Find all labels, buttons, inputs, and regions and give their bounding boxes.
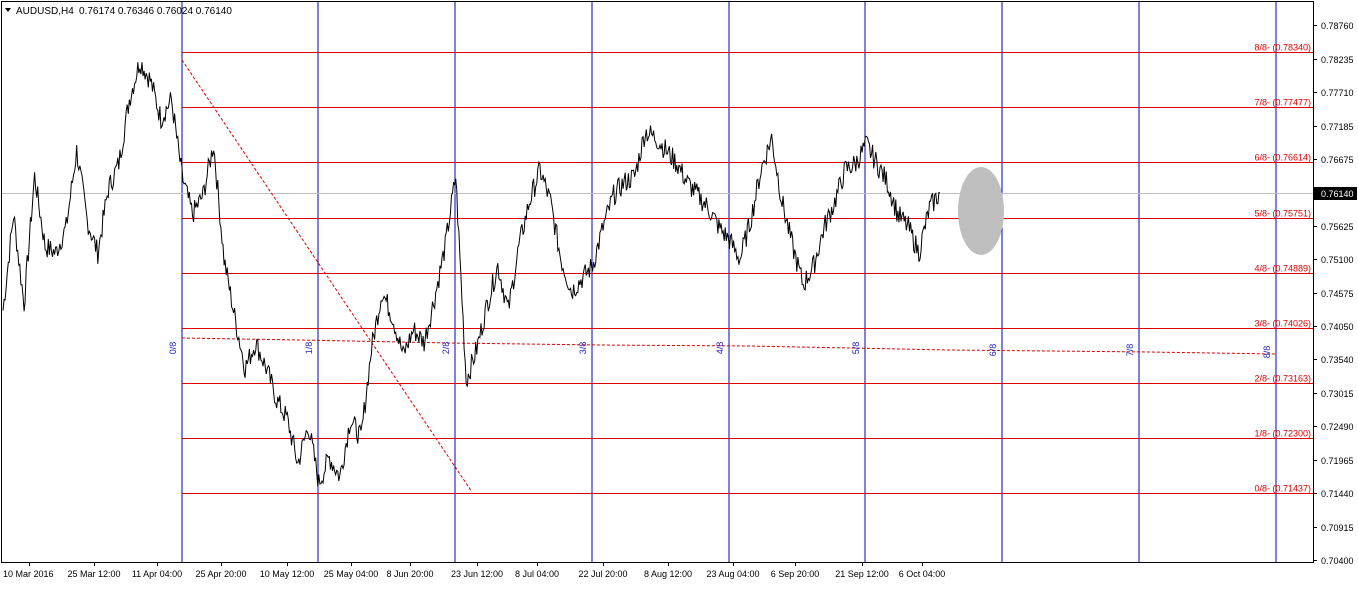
price-tick-label: 0.75100 (1321, 255, 1354, 265)
price-tick-label: 0.72490 (1321, 422, 1354, 432)
time-tick-label: 25 Apr 20:00 (195, 569, 246, 579)
time-tick-label: 22 Jul 20:00 (578, 569, 627, 579)
time-division-label: 8/8 (1262, 346, 1272, 359)
price-chart[interactable]: 8/8- (0.78340) 7/8- (0.77477) 6/8- (0.7661… (0, 0, 1358, 584)
time-tick-label: 8 Aug 12:00 (644, 569, 692, 579)
chart-window[interactable]: 8/8- (0.78340) 7/8- (0.77477) 6/8- (0.7661… (0, 0, 1358, 584)
time-tick-label: 21 Sep 12:00 (835, 569, 889, 579)
time-tick-label: 25 May 04:00 (324, 569, 379, 579)
price-tick-label: 0.76675 (1321, 155, 1354, 165)
time-tick-label: 23 Aug 04:00 (706, 569, 759, 579)
price-tick-label: 0.73015 (1321, 389, 1354, 399)
murrey-level-label: 0/8- (0.71437) (1254, 484, 1311, 494)
time-tick-label: 10 May 12:00 (260, 569, 315, 579)
current-price-label: 0.76140 (1321, 189, 1354, 199)
target-ellipse-group (958, 167, 1004, 255)
murrey-level-label: 3/8- (0.74026) (1254, 319, 1311, 329)
price-tick-label: 0.73540 (1321, 355, 1354, 365)
ohlc-values: 0.76174 0.76346 0.76024 0.76140 (79, 6, 232, 17)
time-tick-label: 6 Sep 20:00 (771, 569, 820, 579)
price-tick-label: 0.75625 (1321, 222, 1354, 232)
price-tick-label: 0.77185 (1321, 122, 1354, 132)
price-tick-label: 0.77710 (1321, 88, 1354, 98)
price-tick-label: 0.71440 (1321, 489, 1354, 499)
murrey-level-label: 1/8- (0.72300) (1254, 429, 1311, 439)
murrey-level-label: 8/8- (0.78340) (1254, 43, 1311, 53)
price-tick-label: 0.78235 (1321, 55, 1354, 65)
time-division-label: 5/8 (851, 342, 861, 355)
price-tick-label: 0.74575 (1321, 289, 1354, 299)
time-tick-label: 25 Mar 12:00 (67, 569, 120, 579)
murrey-level-label: 7/8- (0.77477) (1254, 98, 1311, 108)
murrey-level-label: 2/8- (0.73163) (1254, 374, 1311, 384)
time-tick-label: 10 Mar 2016 (3, 569, 54, 579)
time-division-label: 0/8 (168, 342, 178, 355)
murrey-level-label: 5/8- (0.75751) (1254, 209, 1311, 219)
chart-background (0, 0, 1358, 584)
time-division-label: 7/8 (1125, 344, 1135, 357)
price-tick-label: 0.70915 (1321, 523, 1354, 533)
time-tick-label: 23 Jun 12:00 (451, 569, 503, 579)
chart-header: AUDUSD,H4 0.76174 0.76346 0.76024 0.7614… (5, 6, 232, 17)
time-division-label: 1/8 (304, 342, 314, 355)
murrey-level-label: 6/8- (0.76614) (1254, 153, 1311, 163)
price-tick-label: 0.71965 (1321, 456, 1354, 466)
time-division-label: 2/8 (441, 342, 451, 355)
target-ellipse (958, 167, 1004, 255)
time-tick-label: 11 Apr 04:00 (132, 569, 182, 579)
price-tick-label: 0.74050 (1321, 322, 1354, 332)
time-division-label: 6/8 (988, 344, 998, 357)
time-tick-label: 8 Jun 20:00 (386, 569, 433, 579)
time-tick-label: 6 Oct 04:00 (899, 569, 946, 579)
time-tick-label: 8 Jul 04:00 (515, 569, 559, 579)
murrey-level-label: 4/8- (0.74889) (1254, 264, 1311, 274)
price-tick-label: 0.70400 (1321, 556, 1354, 566)
symbol-timeframe: AUDUSD,H4 (16, 6, 74, 17)
time-division-label: 4/8 (715, 342, 725, 355)
price-tick-label: 0.78760 (1321, 21, 1354, 31)
time-division-label: 3/8 (578, 342, 588, 355)
